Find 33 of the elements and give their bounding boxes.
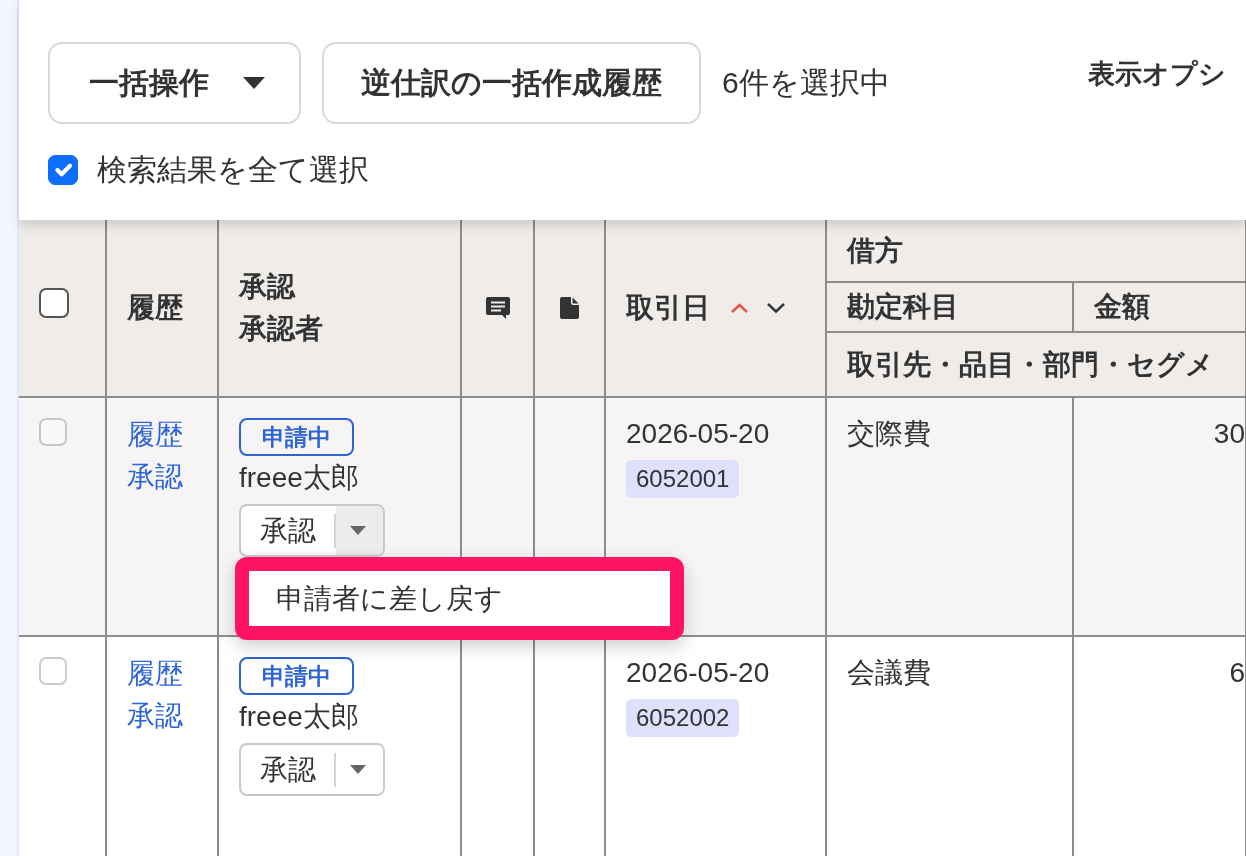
column-header: 承認	[239, 270, 297, 304]
entry-number-tag: 6052002	[626, 699, 740, 737]
approver-name: freee太郎	[239, 461, 359, 495]
select-all-checkbox[interactable]	[48, 155, 78, 185]
date-text: 2026-05-20	[626, 656, 771, 690]
selection-count: 6件を選択中	[722, 65, 890, 101]
display-options-button[interactable]: 表示オプシ	[1088, 56, 1226, 94]
menu-item[interactable]: 申請者に差し戻す	[249, 571, 670, 627]
column-header: 承認者	[239, 312, 324, 346]
comment-icon	[485, 297, 510, 319]
column-header: 勘定科目	[847, 291, 959, 323]
column-header: 履歴	[127, 291, 184, 325]
status-badge: 申請中	[239, 418, 354, 456]
amount-text: 30	[1213, 418, 1245, 449]
column-header: 取引先・品目・部門・セグメ	[847, 348, 1214, 380]
history-button[interactable]: 逆仕訳の一括作成履歴	[322, 42, 701, 124]
account-name: 交際費	[847, 418, 931, 449]
select-all-label: 検索結果を全て選択	[97, 152, 369, 188]
caret-icon	[243, 77, 265, 89]
document-icon	[560, 297, 579, 319]
column-header: 金額	[1094, 291, 1150, 323]
caret-icon	[350, 765, 366, 774]
entry-number-tag: 6052001	[626, 460, 740, 498]
date-text: 2026-05-20	[626, 417, 771, 451]
column-group-header: 借方	[847, 234, 903, 266]
amount-text: 6	[1229, 657, 1245, 688]
caret-icon	[350, 526, 366, 535]
approver-name: freee太郎	[239, 700, 359, 734]
select-all-rows-checkbox[interactable]	[39, 288, 69, 319]
bulk-actions-button[interactable]: 一括操作	[48, 42, 301, 124]
status-badge: 申請中	[239, 657, 354, 695]
account-name: 会議費	[847, 657, 931, 688]
column-header[interactable]: 取引日	[626, 288, 710, 328]
